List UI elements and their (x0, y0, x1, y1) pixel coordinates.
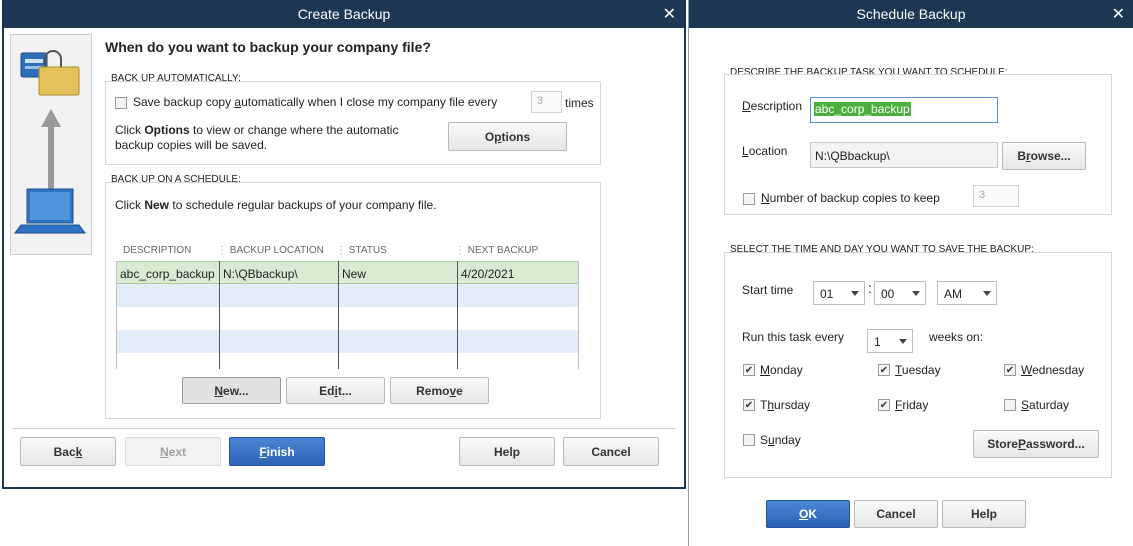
description-input[interactable]: abc_corp_backup (810, 97, 998, 123)
description-label: Description (742, 99, 803, 113)
back-button[interactable]: Bac k (20, 437, 116, 466)
schedule-table: DESCRIPTION ⋮ BACKUP LOCATION ⋮ STATUS ⋮… (116, 238, 579, 369)
table-cell: New (342, 267, 367, 281)
table-row (116, 284, 579, 307)
description-selected-text: abc_corp_backup (814, 102, 911, 116)
minute-select[interactable]: 00 (874, 281, 926, 305)
options-button[interactable]: Op tions (448, 122, 567, 151)
close-icon[interactable]: ✕ (663, 5, 676, 23)
saturday-checkbox[interactable] (1004, 399, 1016, 411)
table-row[interactable]: abc_corp_backup N:\QBbackup\ New 4/20/20… (116, 261, 579, 284)
table-row (116, 330, 579, 353)
table-cell: 4/20/2021 (461, 267, 515, 281)
tuesday-checkbox[interactable]: ✔ (878, 364, 890, 376)
column-header-next-backup[interactable]: ⋮ NEXT BACKUP (455, 245, 538, 256)
thursday-checkbox[interactable]: ✔ (743, 399, 755, 411)
tuesday-label: Tuesday (895, 363, 941, 377)
column-divider (457, 261, 458, 369)
monday-checkbox[interactable]: ✔ (743, 364, 755, 376)
column-divider (338, 261, 339, 369)
wednesday-checkbox[interactable]: ✔ (1004, 364, 1016, 376)
friday-label: Friday (895, 398, 929, 412)
weeks-on-label: weeks on: (929, 330, 984, 344)
table-cell: abc_corp_backup (120, 267, 215, 281)
auto-backup-checkbox[interactable] (115, 97, 127, 109)
times-input[interactable]: 3 (531, 91, 562, 113)
table-right-border (578, 261, 579, 369)
chevron-down-icon (851, 291, 859, 296)
help-button[interactable]: Help (459, 437, 555, 466)
create-backup-title: Create Backup (297, 6, 391, 22)
ok-button[interactable]: OK (766, 500, 850, 528)
table-row (116, 307, 579, 330)
time-colon: : (868, 280, 872, 296)
ampm-select[interactable]: AM (937, 281, 997, 305)
wednesday-label: Wednesday (1021, 363, 1085, 377)
table-cell: N:\QBbackup\ (223, 267, 298, 281)
backup-copies-label: Number of backup copies to keep (761, 191, 940, 205)
new-schedule-button[interactable]: New... (182, 377, 281, 404)
weeks-select[interactable]: 1 (867, 329, 913, 353)
close-icon[interactable]: ✕ (1112, 5, 1125, 23)
backup-copies-checkbox[interactable] (743, 193, 755, 205)
describe-group: Description abc_corp_backup Location N:\… (724, 74, 1112, 215)
schedule-backup-title: Schedule Backup (856, 6, 966, 22)
footer-divider (12, 428, 676, 429)
hour-select[interactable]: 01 (813, 281, 865, 305)
chevron-down-icon (983, 291, 991, 296)
run-every-label: Run this task every (742, 330, 845, 344)
store-password-button[interactable]: Store Password... (973, 430, 1099, 458)
backup-illustration (10, 34, 92, 255)
friday-checkbox[interactable]: ✔ (878, 399, 890, 411)
finish-button[interactable]: Finish (229, 437, 325, 466)
next-button[interactable]: Next (125, 437, 221, 466)
schedule-backup-group: Click New to schedule regular backups of… (105, 182, 601, 419)
remove-schedule-button[interactable]: Remo v e (390, 377, 489, 404)
schedule-backup-titlebar: Schedule Backup ✕ (689, 0, 1133, 28)
chevron-down-icon (912, 291, 920, 296)
table-left-border (116, 261, 117, 369)
auto-backup-group: Save backup copy automatically when I cl… (105, 81, 601, 165)
backup-copies-input[interactable]: 3 (973, 185, 1019, 207)
time-group: Start time 01 : 00 AM Run this task ever… (724, 252, 1112, 478)
create-backup-titlebar: Create Backup ✕ (4, 0, 684, 28)
times-label: times (565, 96, 594, 110)
cancel-button[interactable]: Cancel (563, 437, 659, 466)
edit-schedule-button[interactable]: Ed i t... (286, 377, 385, 404)
thursday-label: Thursday (760, 398, 811, 412)
create-backup-window: Create Backup ✕ When do you want to back… (2, 0, 686, 489)
backup-question: When do you want to backup your company … (105, 39, 431, 55)
table-row (116, 353, 579, 369)
auto-backup-label: Save backup copy automatically when I cl… (133, 95, 498, 109)
auto-info-text: Click Options to view or change where th… (115, 123, 399, 152)
column-header-backup-location[interactable]: ⋮ BACKUP LOCATION (217, 245, 324, 256)
location-input[interactable]: N:\QBbackup\ (810, 142, 998, 168)
sunday-label: Sunday (760, 433, 801, 447)
column-header-status[interactable]: ⋮ STATUS (336, 245, 387, 256)
schedule-info-text: Click New to schedule regular backups of… (115, 198, 437, 212)
saturday-label: Saturday (1021, 398, 1070, 412)
location-label: Location (742, 144, 788, 158)
start-time-label: Start time (742, 283, 794, 297)
help-button[interactable]: Help (942, 500, 1026, 528)
table-body: abc_corp_backup N:\QBbackup\ New 4/20/20… (116, 261, 579, 369)
browse-button[interactable]: Br owse... (1002, 142, 1086, 170)
column-header-description[interactable]: DESCRIPTION (123, 245, 191, 256)
backup-illustration-icon (14, 50, 86, 234)
monday-label: Monday (760, 363, 803, 377)
sunday-checkbox[interactable] (743, 434, 755, 446)
schedule-backup-window: Schedule Backup ✕ DESCRIBE THE BACKUP TA… (688, 0, 1133, 546)
cancel-button[interactable]: Cancel (854, 500, 938, 528)
chevron-down-icon (899, 339, 907, 344)
column-divider (219, 261, 220, 369)
